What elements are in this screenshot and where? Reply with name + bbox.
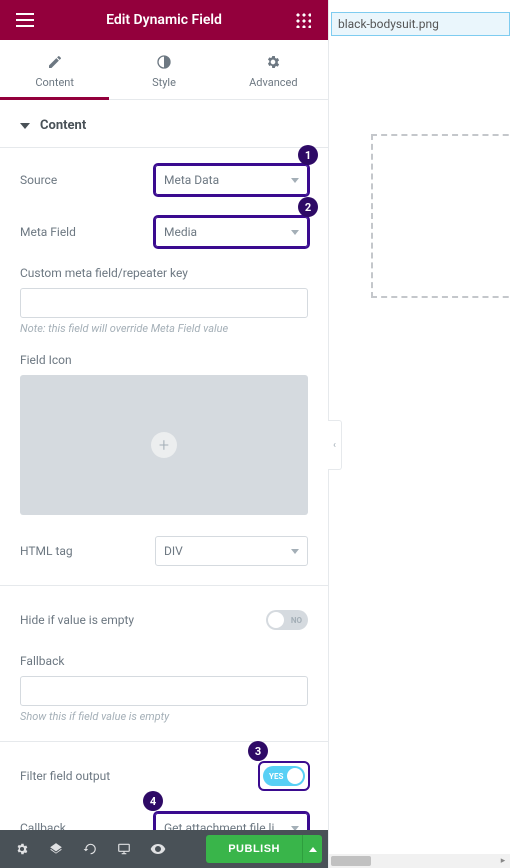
label-meta-field: Meta Field (20, 225, 155, 239)
contrast-icon (156, 54, 172, 70)
annotation-badge-2: 2 (298, 197, 318, 217)
toggle-filter-output[interactable]: YES (263, 766, 305, 786)
label-callback: Callback (20, 821, 155, 830)
section-toggle-content[interactable]: Content (0, 100, 328, 147)
section-controls: Source 1 Meta Data Meta Field 2 Media Cu… (0, 147, 328, 830)
select-meta-field[interactable]: Media (155, 217, 308, 247)
row-hide-empty: Hide if value is empty NO (20, 602, 308, 638)
navigator-button[interactable] (40, 830, 72, 868)
row-html-tag: HTML tag DIV (20, 533, 308, 569)
grid-icon (295, 12, 311, 28)
responsive-button[interactable] (108, 830, 140, 868)
panel-collapse-handle[interactable]: ‹ (328, 420, 342, 470)
plus-icon: + (151, 432, 177, 458)
panel-header: Edit Dynamic Field (0, 0, 328, 40)
row-callback: Callback 4 Get attachment file link (20, 810, 308, 830)
settings-button[interactable] (6, 830, 38, 868)
editor-panel: Edit Dynamic Field Content Style Advance… (0, 0, 329, 868)
divider (0, 585, 328, 586)
tab-content[interactable]: Content (0, 40, 109, 99)
tab-style[interactable]: Style (109, 40, 218, 99)
input-custom-key[interactable] (20, 288, 308, 318)
tab-label: Content (0, 76, 109, 89)
row-meta-field: Meta Field 2 Media (20, 214, 308, 250)
hamburger-icon (16, 13, 34, 27)
annotation-badge-1: 1 (298, 145, 318, 165)
label-field-icon: Field Icon (20, 353, 308, 367)
history-icon (83, 842, 97, 856)
row-custom-key: Custom meta field/repeater key Note: thi… (20, 266, 308, 335)
eye-icon (150, 841, 166, 857)
select-html-tag[interactable]: DIV (155, 536, 308, 566)
label-html-tag: HTML tag (20, 544, 155, 558)
icon-picker[interactable]: + (20, 375, 308, 515)
panel-tabs: Content Style Advanced (0, 40, 328, 100)
filename-input[interactable]: black-bodysuit.png (331, 12, 510, 36)
row-filter-output: Filter field output 3 YES (20, 758, 308, 794)
tab-advanced[interactable]: Advanced (219, 40, 328, 99)
menu-button[interactable] (10, 13, 40, 27)
scroll-right-arrow[interactable]: ▸ (496, 856, 510, 866)
gear-icon (15, 842, 29, 856)
label-hide-empty: Hide if value is empty (20, 613, 266, 627)
publish-options-button[interactable] (302, 835, 322, 863)
image-dropzone[interactable] (371, 134, 510, 298)
panel-title: Edit Dynamic Field (40, 12, 288, 28)
annotation-badge-4: 4 (143, 791, 163, 811)
row-fallback: Fallback Show this if field value is emp… (20, 654, 308, 723)
panel-scroll[interactable]: Content Source 1 Meta Data Meta Field 2 … (0, 100, 328, 830)
layers-icon (49, 842, 63, 856)
toggle-hide-empty[interactable]: NO (266, 610, 308, 630)
tab-label: Style (109, 76, 218, 89)
preview-button[interactable] (142, 830, 174, 868)
note-fallback: Show this if field value is empty (20, 710, 308, 723)
horizontal-scrollbar[interactable]: ▸ (329, 854, 510, 868)
section-title: Content (40, 118, 86, 133)
gear-icon (265, 54, 281, 70)
widgets-button[interactable] (288, 12, 318, 28)
preview-area: black-bodysuit.png ‹ ▸ (329, 0, 510, 868)
tab-label: Advanced (219, 76, 328, 89)
panel-footer: PUBLISH (0, 830, 328, 868)
select-callback[interactable]: Get attachment file link (155, 813, 308, 830)
input-fallback[interactable] (20, 676, 308, 706)
desktop-icon (117, 842, 131, 856)
publish-button[interactable]: PUBLISH (206, 835, 302, 863)
divider (0, 741, 328, 742)
label-filter-output: Filter field output (20, 769, 260, 783)
scrollbar-thumb[interactable] (331, 856, 371, 866)
note-custom-key: Note: this field will override Meta Fiel… (20, 322, 308, 335)
chevron-down-icon (20, 123, 30, 129)
history-button[interactable] (74, 830, 106, 868)
row-field-icon: Field Icon + (20, 353, 308, 515)
pencil-icon (47, 54, 63, 70)
label-fallback: Fallback (20, 654, 308, 668)
label-custom-key: Custom meta field/repeater key (20, 266, 308, 280)
row-source: Source 1 Meta Data (20, 162, 308, 198)
annotation-badge-3: 3 (248, 741, 268, 761)
select-source[interactable]: Meta Data (155, 165, 308, 195)
label-source: Source (20, 173, 155, 187)
